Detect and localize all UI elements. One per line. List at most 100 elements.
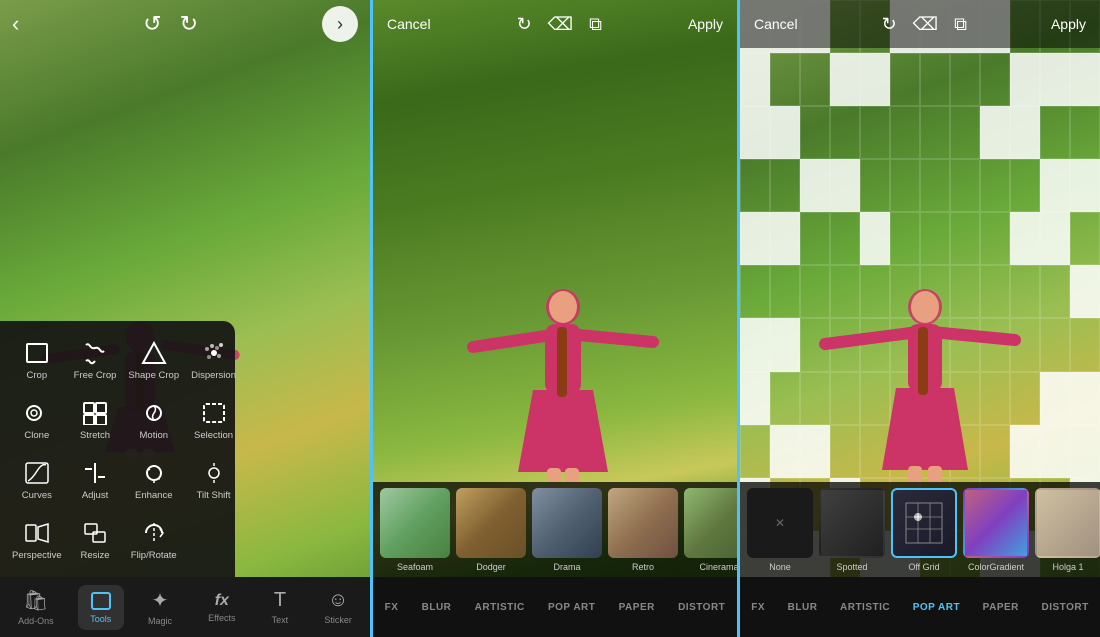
- tool-curves[interactable]: Curves: [8, 451, 66, 507]
- filter-cinarama[interactable]: Cinerama: [683, 488, 737, 572]
- toolbar-tools[interactable]: Tools: [78, 585, 124, 630]
- mosaic-cell: [740, 318, 770, 371]
- filter-dodger[interactable]: Dodger: [455, 488, 527, 572]
- tool-perspective[interactable]: Perspective: [8, 511, 66, 567]
- right-tab-paper[interactable]: PAPER: [975, 598, 1027, 617]
- right-apply-button[interactable]: Apply: [1051, 16, 1086, 32]
- mosaic-cell: [890, 159, 920, 212]
- tool-dispersion[interactable]: Dispersion: [187, 331, 240, 387]
- right-tab-blur[interactable]: BLUR: [780, 598, 826, 617]
- middle-layers-icon[interactable]: ⧉: [589, 14, 602, 35]
- middle-cancel-button[interactable]: Cancel: [387, 16, 431, 32]
- tool-tilt-shift[interactable]: Tilt Shift: [187, 451, 240, 507]
- bottom-toolbar: 🛍 Add-Ons Tools ✦ Magic fx Effects T Tex…: [0, 577, 370, 637]
- undo-button[interactable]: ↺: [143, 11, 161, 37]
- tools-icon: [90, 591, 112, 611]
- right-filter-none-thumb: ✕: [747, 488, 813, 558]
- mosaic-cell: [890, 106, 920, 159]
- tool-resize[interactable]: Resize: [70, 511, 121, 567]
- right-cancel-button[interactable]: Cancel: [754, 16, 798, 32]
- right-filter-colorgradient-thumb: [963, 488, 1029, 558]
- tool-stretch[interactable]: Stretch: [70, 391, 121, 447]
- right-tab-distort[interactable]: DISTORT: [1033, 598, 1096, 617]
- magic-icon: ✦: [152, 588, 169, 613]
- selection-label: Selection: [194, 430, 233, 441]
- redo-button[interactable]: ↻: [180, 11, 198, 37]
- tab-fx[interactable]: FX: [377, 598, 407, 617]
- mosaic-cell: [1070, 159, 1100, 212]
- back-button[interactable]: ‹: [12, 11, 19, 37]
- tool-flip-rotate[interactable]: Flip/Rotate: [124, 511, 183, 567]
- tab-paper[interactable]: PAPER: [611, 598, 663, 617]
- tilt-shift-label: Tilt Shift: [197, 490, 231, 501]
- middle-redo-icon[interactable]: ↻: [517, 14, 532, 35]
- filter-seafoam[interactable]: Seafoam: [379, 488, 451, 572]
- toolbar-addons[interactable]: 🛍 Add-Ons: [6, 582, 66, 632]
- tool-selection[interactable]: Selection: [187, 391, 240, 447]
- middle-topbar: Cancel ↻ ⌫ ⧉ Apply: [373, 0, 737, 48]
- tab-blur[interactable]: BLUR: [414, 598, 460, 617]
- tool-crop[interactable]: Crop: [8, 331, 66, 387]
- mosaic-cell: [740, 425, 770, 478]
- tool-adjust[interactable]: Adjust: [70, 451, 121, 507]
- mosaic-cell: [770, 53, 800, 106]
- toolbar-magic[interactable]: ✦ Magic: [136, 582, 184, 632]
- right-filter-strip: ✕ None Spotted Off Grid: [740, 482, 1100, 577]
- middle-erase-icon[interactable]: ⌫: [548, 14, 573, 35]
- middle-apply-button[interactable]: Apply: [688, 16, 723, 32]
- toolbar-text[interactable]: T Text: [260, 583, 301, 631]
- toolbar-effects[interactable]: fx Effects: [196, 586, 247, 629]
- flip-rotate-icon: [138, 519, 170, 547]
- mosaic-cell: [1010, 106, 1040, 159]
- mosaic-cell: [890, 53, 920, 106]
- stretch-icon: [79, 399, 111, 427]
- right-erase-icon[interactable]: ⌫: [913, 14, 938, 35]
- tool-enhance[interactable]: Enhance: [124, 451, 183, 507]
- right-filter-holga1-thumb: [1035, 488, 1100, 558]
- addons-label: Add-Ons: [18, 616, 54, 626]
- tab-distort[interactable]: DISTORT: [670, 598, 733, 617]
- mosaic-cell: [950, 106, 980, 159]
- right-filter-spotted-label: Spotted: [836, 562, 867, 572]
- right-filter-holga1[interactable]: Holga 1: [1034, 488, 1100, 572]
- mosaic-cell: [1070, 318, 1100, 371]
- mosaic-cell: [830, 53, 860, 106]
- right-layers-icon[interactable]: ⧉: [954, 14, 967, 35]
- left-topbar: ‹ ↺ ↻ ›: [0, 0, 370, 48]
- right-tab-fx[interactable]: FX: [743, 598, 773, 617]
- next-button[interactable]: ›: [322, 6, 358, 42]
- right-tab-bar: FX BLUR ARTISTIC POP ART PAPER DISTORT: [740, 577, 1100, 637]
- filter-retro[interactable]: Retro: [607, 488, 679, 572]
- text-icon: T: [274, 589, 286, 612]
- resize-icon: [79, 519, 111, 547]
- mosaic-cell: [740, 212, 770, 265]
- right-filter-offgrid[interactable]: Off Grid: [890, 488, 958, 572]
- tool-shape-crop[interactable]: Shape Crop: [124, 331, 183, 387]
- toolbar-sticker[interactable]: ☺ Sticker: [312, 583, 364, 631]
- enhance-icon: [138, 459, 170, 487]
- filter-dodger-thumb: [456, 488, 526, 558]
- filter-drama-label: Drama: [553, 562, 580, 572]
- tool-motion[interactable]: Motion: [124, 391, 183, 447]
- right-tab-pop-art[interactable]: POP ART: [905, 598, 968, 617]
- filter-seafoam-label: Seafoam: [397, 562, 433, 572]
- addons-icon: 🛍: [23, 588, 48, 613]
- middle-figure: [433, 252, 693, 482]
- crop-label: Crop: [27, 370, 48, 381]
- tab-artistic[interactable]: ARTISTIC: [467, 598, 533, 617]
- right-tab-artistic[interactable]: ARTISTIC: [832, 598, 898, 617]
- right-filter-spotted[interactable]: Spotted: [818, 488, 886, 572]
- filter-cinarama-label: Cinerama: [699, 562, 737, 572]
- tool-clone[interactable]: Clone: [8, 391, 66, 447]
- tools-overlay: Crop Free Crop Shape Crop: [0, 321, 235, 577]
- tab-pop-art[interactable]: POP ART: [540, 598, 603, 617]
- right-filter-colorgradient-label: ColorGradient: [968, 562, 1024, 572]
- mosaic-cell: [800, 159, 830, 212]
- right-filter-colorgradient[interactable]: ColorGradient: [962, 488, 1030, 572]
- right-redo-icon[interactable]: ↻: [882, 14, 897, 35]
- right-filter-none[interactable]: ✕ None: [746, 488, 814, 572]
- tool-free-crop[interactable]: Free Crop: [70, 331, 121, 387]
- right-topbar-icons: ↻ ⌫ ⧉: [882, 14, 967, 35]
- filter-drama[interactable]: Drama: [531, 488, 603, 572]
- mosaic-cell: [1070, 212, 1100, 265]
